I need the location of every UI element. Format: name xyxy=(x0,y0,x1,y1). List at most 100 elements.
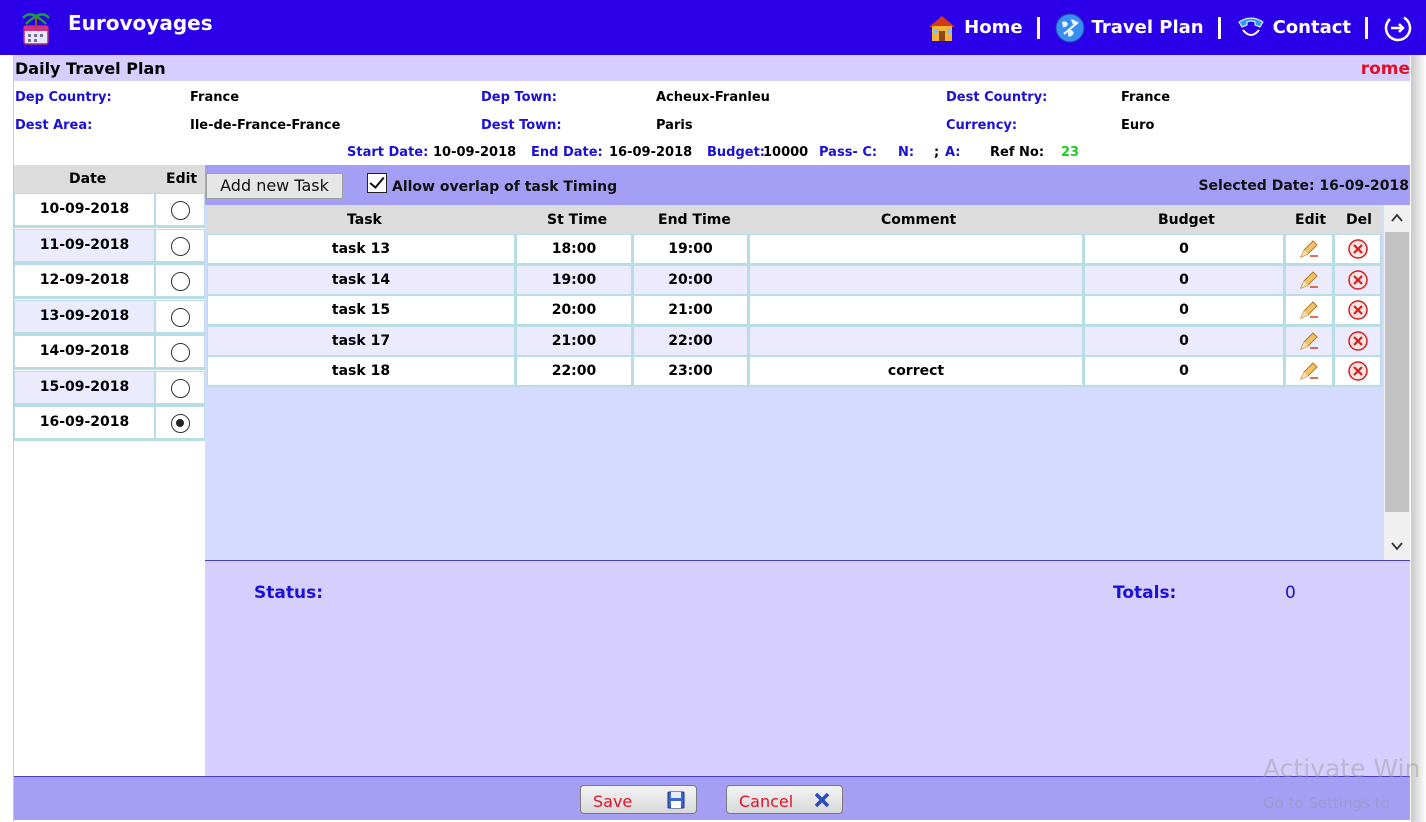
end-time-cell: 19:00 xyxy=(633,234,749,265)
delete-x-icon[interactable] xyxy=(1347,330,1369,352)
dep-town-label: Dep Town: xyxy=(481,90,557,105)
end-time-cell: 20:00 xyxy=(633,264,749,296)
comment-cell xyxy=(749,325,1084,357)
nav-home[interactable]: Home xyxy=(926,12,1023,44)
palm-calendar-logo-icon xyxy=(22,13,50,45)
n-value: ; xyxy=(934,145,940,160)
delete-x-icon[interactable] xyxy=(1347,269,1369,291)
date-select-radio[interactable] xyxy=(171,236,190,256)
edit-cell xyxy=(1285,325,1334,357)
task-row: task 18 22:00 23:00 correct 0 xyxy=(207,356,1382,387)
save-button-label: Save xyxy=(593,792,633,811)
date-column-header: Date xyxy=(69,171,107,187)
n-label: N: xyxy=(898,145,915,160)
date-row: 15-09-2018 xyxy=(14,370,205,406)
delete-cell xyxy=(1334,234,1382,265)
date-select-radio[interactable] xyxy=(171,307,190,327)
task-toolbar: Add new Task Allow overlap of task Timin… xyxy=(205,165,1410,205)
end-date-value: 16-09-2018 xyxy=(609,145,693,160)
budget-label: Budget: xyxy=(707,145,766,160)
dep-country-label: Dep Country: xyxy=(15,90,112,105)
totals-label: Totals: xyxy=(1113,583,1177,603)
edit-pencil-icon[interactable] xyxy=(1298,360,1320,382)
col-del: Del xyxy=(1346,212,1372,228)
delete-x-icon[interactable] xyxy=(1347,360,1369,382)
task-name-cell: task 13 xyxy=(207,234,516,265)
nav-travel-plan[interactable]: Travel Plan xyxy=(1054,12,1204,44)
date-select-radio[interactable] xyxy=(171,201,190,220)
start-date-value: 10-09-2018 xyxy=(433,145,517,160)
col-comment: Comment xyxy=(881,212,957,228)
col-edit: Edit xyxy=(1295,212,1327,228)
page-title-bar: Daily Travel Plan rome xyxy=(14,55,1410,81)
date-cell: 15-09-2018 xyxy=(14,370,156,404)
task-grid-scrollbar[interactable] xyxy=(1384,205,1410,560)
budget-cell: 0 xyxy=(1084,356,1285,387)
delete-x-icon[interactable] xyxy=(1347,238,1369,260)
date-select-radio[interactable] xyxy=(171,414,190,433)
start-time-cell: 18:00 xyxy=(516,234,633,265)
date-cell: 11-09-2018 xyxy=(14,228,156,262)
start-time-cell: 20:00 xyxy=(516,295,633,326)
date-select-radio[interactable] xyxy=(171,378,190,398)
date-select-radio[interactable] xyxy=(171,343,190,362)
delete-x-icon[interactable] xyxy=(1347,299,1369,321)
dest-country-value: France xyxy=(1121,90,1171,105)
task-name-cell: task 14 xyxy=(207,264,516,296)
col-end-time: End Time xyxy=(658,212,731,228)
task-name-cell: task 17 xyxy=(207,325,516,357)
task-row: task 13 18:00 19:00 0 xyxy=(207,234,1382,265)
date-row: 10-09-2018 xyxy=(14,193,205,228)
dest-area-value: Ile-de-France-France xyxy=(190,118,341,133)
dep-country-value: France xyxy=(190,90,240,105)
frame-shadow xyxy=(1411,55,1426,822)
task-name-cell: task 18 xyxy=(207,356,516,387)
floppy-disk-icon xyxy=(667,791,685,809)
edit-pencil-icon[interactable] xyxy=(1298,269,1320,291)
date-edit-cell xyxy=(156,406,205,439)
edit-pencil-icon[interactable] xyxy=(1298,299,1320,321)
scroll-up-arrow-icon[interactable] xyxy=(1390,211,1404,225)
close-x-icon xyxy=(814,792,830,808)
cancel-button[interactable]: Cancel xyxy=(726,785,843,814)
task-grid: Task St Time End Time Comment Budget Edi… xyxy=(205,205,1410,560)
edit-pencil-icon[interactable] xyxy=(1298,330,1320,352)
task-row: task 17 21:00 22:00 0 xyxy=(207,325,1382,357)
dest-town-value: Paris xyxy=(656,118,693,133)
budget-cell: 0 xyxy=(1084,295,1285,326)
date-edit-cell xyxy=(156,264,205,297)
pass-c-label: Pass- C: xyxy=(819,145,878,160)
edit-cell xyxy=(1285,264,1334,296)
logout-icon xyxy=(1384,14,1412,41)
allow-overlap-checkbox[interactable] xyxy=(367,173,387,193)
date-edit-cell xyxy=(156,335,205,368)
delete-cell xyxy=(1334,264,1382,296)
date-cell: 14-09-2018 xyxy=(14,335,156,368)
budget-value: 10000 xyxy=(763,145,809,160)
edit-cell xyxy=(1285,234,1334,265)
logout-button[interactable] xyxy=(1382,12,1414,44)
budget-cell: 0 xyxy=(1084,264,1285,296)
activate-windows-watermark-sub: Go to Settings to xyxy=(1263,794,1390,812)
nav-separator xyxy=(1036,16,1040,39)
date-edit-cell xyxy=(156,228,205,262)
phone-icon xyxy=(1237,17,1264,36)
end-date-label: End Date: xyxy=(531,145,603,160)
col-budget: Budget xyxy=(1158,212,1215,228)
edit-cell xyxy=(1285,295,1334,326)
edit-pencil-icon[interactable] xyxy=(1298,238,1320,260)
end-time-cell: 21:00 xyxy=(633,295,749,326)
start-time-cell: 19:00 xyxy=(516,264,633,296)
add-new-task-button[interactable]: Add new Task xyxy=(206,173,343,199)
date-select-radio[interactable] xyxy=(171,272,190,291)
scroll-down-arrow-icon[interactable] xyxy=(1390,539,1404,553)
selected-date: Selected Date: 16-09-2018 xyxy=(1198,178,1409,194)
nav-contact[interactable]: Contact xyxy=(1235,12,1351,44)
save-button[interactable]: Save xyxy=(580,785,697,814)
user-name: rome xyxy=(1360,59,1410,79)
scrollbar-thumb[interactable] xyxy=(1385,232,1409,512)
top-navigation-bar: Eurovoyages Home Travel Plan Contact xyxy=(0,0,1426,55)
budget-cell: 0 xyxy=(1084,325,1285,357)
date-row: 12-09-2018 xyxy=(14,264,205,299)
date-edit-cell xyxy=(156,299,205,333)
